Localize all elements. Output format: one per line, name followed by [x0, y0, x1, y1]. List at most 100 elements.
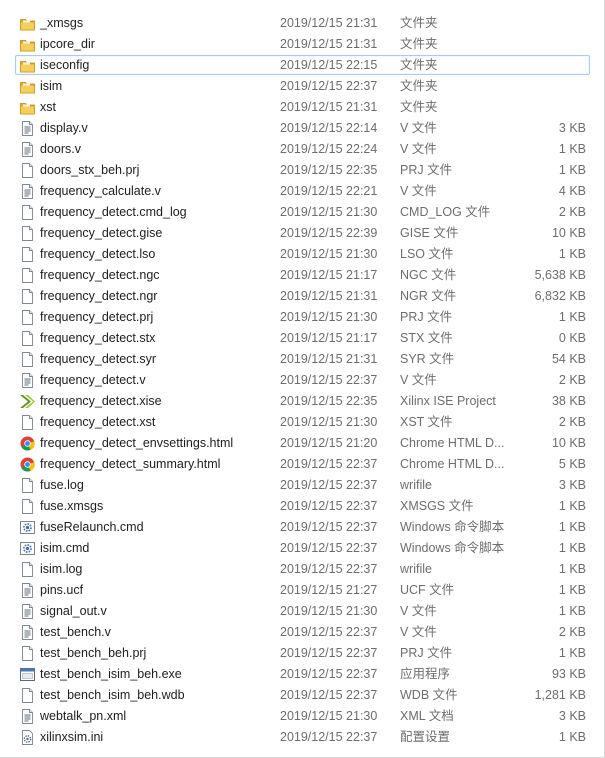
file-type: LSO 文件 [400, 247, 454, 261]
file-type: Xilinx ISE Project [400, 394, 496, 408]
file-type: Chrome HTML D... [400, 457, 505, 471]
file-type: XST 文件 [400, 415, 453, 429]
file-row-webtalk-pn-xml[interactable]: webtalk_pn.xml 2019/12/15 21:30 XML 文档 3 KB [15, 706, 590, 726]
file-size: 1 KB [558, 163, 586, 177]
file-row-ipcore-dir[interactable]: ipcore_dir 2019/12/15 21:31 文件夹 [15, 34, 590, 54]
chrome-icon [19, 435, 36, 452]
file-row-test-bench-v[interactable]: test_bench.v 2019/12/15 22:37 V 文件 2 KB [15, 622, 590, 642]
file-name: frequency_detect.cmd_log [40, 205, 187, 219]
file-size: 4 KB [558, 184, 586, 198]
file-row-frequency-detect-ngr[interactable]: frequency_detect.ngr 2019/12/15 21:31 NGR … [15, 286, 590, 306]
file-name: doors.v [40, 142, 81, 156]
file-name: ipcore_dir [40, 37, 95, 51]
file-row-frequency-detect-ngc[interactable]: frequency_detect.ngc 2019/12/15 21:17 NGC … [15, 265, 590, 285]
file-name: frequency_detect.gise [40, 226, 163, 240]
file-name: fuseRelaunch.cmd [40, 520, 144, 534]
file-type: NGC 文件 [400, 268, 457, 282]
file-type: STX 文件 [400, 331, 453, 345]
file-size: 1 KB [558, 499, 586, 513]
file-type: Windows 命令脚本 [400, 541, 505, 555]
file-row-isim[interactable]: isim 2019/12/15 22:37 文件夹 [15, 76, 590, 96]
file-row-frequency-detect-stx[interactable]: frequency_detect.stx 2019/12/15 21:17 STX … [15, 328, 590, 348]
file-row-frequency-detect-prj[interactable]: frequency_detect.prj 2019/12/15 21:30 PRJ … [15, 307, 590, 327]
text-file-icon [19, 624, 36, 641]
file-name: signal_out.v [40, 604, 107, 618]
file-row-test-bench-isim-beh-wdb[interactable]: test_bench_isim_beh.wdb 2019/12/15 22:37 W… [15, 685, 590, 705]
file-row-frequency-detect-syr[interactable]: frequency_detect.syr 2019/12/15 21:31 SYR … [15, 349, 590, 369]
file-row-fuse-xmsgs[interactable]: fuse.xmsgs 2019/12/15 22:37 XMSGS 文件 1 KB [15, 496, 590, 516]
file-type: NGR 文件 [400, 289, 457, 303]
file-date-modified: 2019/12/15 22:37 [280, 688, 378, 702]
exe-icon [19, 666, 36, 683]
file-row-fuse-log[interactable]: fuse.log 2019/12/15 22:37 wrifile 3 KB [15, 475, 590, 495]
file-name: frequency_detect.v [40, 373, 146, 387]
file-name: frequency_detect.xise [40, 394, 162, 408]
file-date-modified: 2019/12/15 21:30 [280, 247, 378, 261]
file-name: isim.log [40, 562, 83, 576]
blank-file-icon [19, 498, 36, 515]
file-size: 10 KB [551, 436, 586, 450]
file-name: doors_stx_beh.prj [40, 163, 140, 177]
file-row-frequency-detect-gise[interactable]: frequency_detect.gise 2019/12/15 22:39 GIS… [15, 223, 590, 243]
file-size: 1 KB [558, 583, 586, 597]
file-row-doors-v[interactable]: doors.v 2019/12/15 22:24 V 文件 1 KB [15, 139, 590, 159]
file-row-frequency-detect-v[interactable]: frequency_detect.v 2019/12/15 22:37 V 文件 2 … [15, 370, 590, 390]
file-row-frequency-detect-summary-html[interactable]: frequency_detect_summary.html 2019/12/15 … [15, 454, 590, 474]
file-name: frequency_detect.prj [40, 310, 154, 324]
file-name: test_bench.v [40, 625, 111, 639]
file-date-modified: 2019/12/15 21:31 [280, 16, 378, 30]
blank-file-icon [19, 225, 36, 242]
file-name: isim [40, 79, 63, 93]
file-row-xilinxsim-ini[interactable]: xilinxsim.ini 2019/12/15 22:37 配置设置 1 KB [15, 727, 590, 747]
file-name: frequency_detect.xst [40, 415, 156, 429]
blank-file-icon [19, 477, 36, 494]
file-row-pins-ucf[interactable]: pins.ucf 2019/12/15 21:27 UCF 文件 1 KB [15, 580, 590, 600]
file-row-xmsgs[interactable]: _xmsgs 2019/12/15 21:31 文件夹 [15, 13, 590, 33]
ini-file-icon [19, 729, 36, 746]
file-type: V 文件 [400, 121, 437, 135]
file-row-frequency-detect-xise[interactable]: frequency_detect.xise 2019/12/15 22:35 Xil… [15, 391, 590, 411]
text-file-icon [19, 708, 36, 725]
blank-file-icon [19, 561, 36, 578]
file-row-frequency-calculate-v[interactable]: frequency_calculate.v 2019/12/15 22:21 V 文… [15, 181, 590, 201]
file-date-modified: 2019/12/15 22:35 [280, 163, 378, 177]
file-date-modified: 2019/12/15 22:37 [280, 478, 378, 492]
chrome-icon [19, 456, 36, 473]
file-date-modified: 2019/12/15 21:30 [280, 709, 378, 723]
file-date-modified: 2019/12/15 21:31 [280, 352, 378, 366]
file-row-test-bench-isim-beh-exe[interactable]: test_bench_isim_beh.exe 2019/12/15 22:37 应… [15, 664, 590, 684]
file-row-signal-out-v[interactable]: signal_out.v 2019/12/15 21:30 V 文件 1 KB [15, 601, 590, 621]
file-date-modified: 2019/12/15 22:21 [280, 184, 378, 198]
file-size: 5,638 KB [534, 268, 586, 282]
blank-file-icon [19, 204, 36, 221]
file-row-frequency-detect-xst[interactable]: frequency_detect.xst 2019/12/15 21:30 XST … [15, 412, 590, 432]
file-row-isim-cmd[interactable]: isim.cmd 2019/12/15 22:37 Windows 命令脚本 1 KB [15, 538, 590, 558]
file-date-modified: 2019/12/15 22:37 [280, 520, 378, 534]
blank-file-icon [19, 687, 36, 704]
file-size: 3 KB [558, 121, 586, 135]
file-list[interactable]: _xmsgs 2019/12/15 21:31 文件夹 ipcore_dir 2019/… [0, 0, 605, 758]
file-row-xst[interactable]: xst 2019/12/15 21:31 文件夹 [15, 97, 590, 117]
folder-icon [19, 99, 36, 116]
file-type: SYR 文件 [400, 352, 455, 366]
file-size: 1 KB [558, 604, 586, 618]
file-row-isim-log[interactable]: isim.log 2019/12/15 22:37 wrifile 1 KB [15, 559, 590, 579]
file-row-fuserelaunch-cmd[interactable]: fuseRelaunch.cmd 2019/12/15 22:37 Windows … [15, 517, 590, 537]
file-row-doors-stx-beh-prj[interactable]: doors_stx_beh.prj 2019/12/15 22:35 PRJ 文件 1… [15, 160, 590, 180]
file-row-frequency-detect-cmd-log[interactable]: frequency_detect.cmd_log 2019/12/15 21:30… [15, 202, 590, 222]
file-row-display-v[interactable]: display.v 2019/12/15 22:14 V 文件 3 KB [15, 118, 590, 138]
file-type: V 文件 [400, 373, 437, 387]
file-name: pins.ucf [40, 583, 84, 597]
file-type: V 文件 [400, 184, 437, 198]
file-size: 2 KB [558, 415, 586, 429]
file-name: fuse.xmsgs [40, 499, 104, 513]
file-row-frequency-detect-envsettings-html[interactable]: frequency_detect_envsettings.html 2019/12… [15, 433, 590, 453]
file-size: 38 KB [551, 394, 586, 408]
text-file-icon [19, 582, 36, 599]
text-file-icon [19, 372, 36, 389]
file-row-test-bench-beh-prj[interactable]: test_bench_beh.prj 2019/12/15 22:37 PRJ 文件… [15, 643, 590, 663]
file-name: frequency_detect.syr [40, 352, 157, 366]
file-row-frequency-detect-lso[interactable]: frequency_detect.lso 2019/12/15 21:30 LSO … [15, 244, 590, 264]
file-row-iseconfig[interactable]: iseconfig 2019/12/15 22:15 文件夹 [15, 55, 590, 75]
file-date-modified: 2019/12/15 22:37 [280, 667, 378, 681]
